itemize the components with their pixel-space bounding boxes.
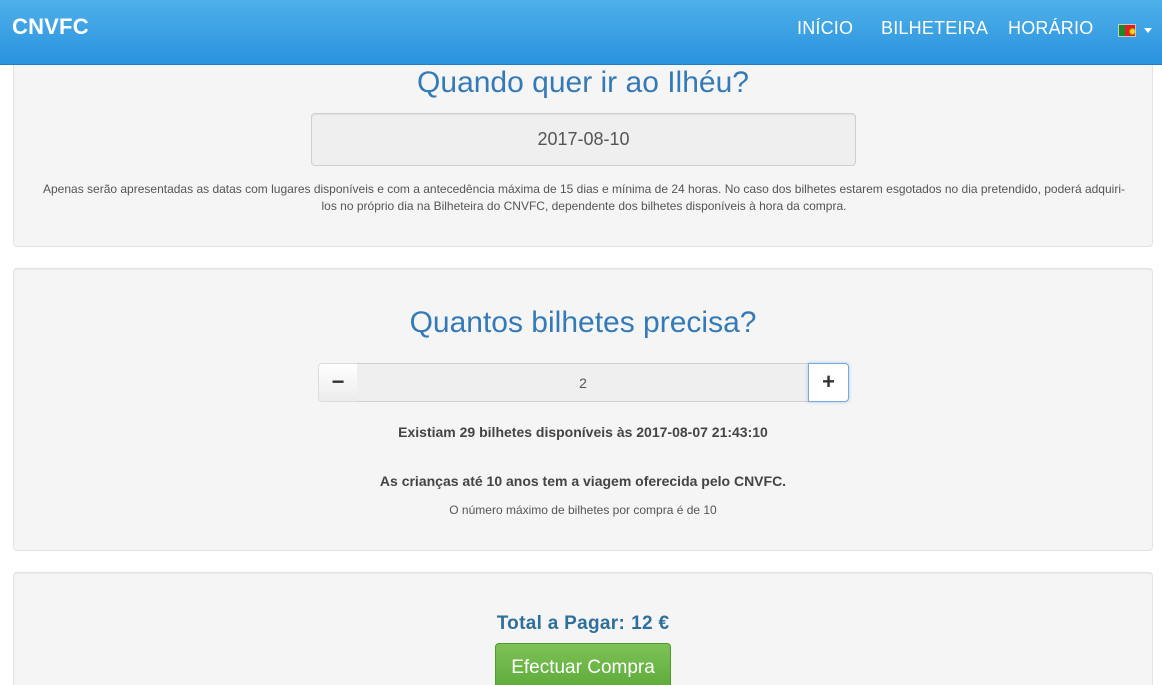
chevron-down-icon[interactable] bbox=[1144, 28, 1152, 33]
quantity-stepper: − + bbox=[318, 363, 849, 402]
tickets-panel: Quantos bilhetes precisa? − + Existiam 2… bbox=[13, 268, 1153, 551]
portugal-flag-icon[interactable] bbox=[1118, 24, 1136, 37]
date-availability-note: Apenas serão apresentadas as datas com l… bbox=[43, 182, 1125, 213]
total-panel: Total a Pagar: 12 € Efectuar Compra bbox=[13, 572, 1153, 685]
date-panel: Quando quer ir ao Ilhéu? Apenas serão ap… bbox=[13, 40, 1153, 247]
quantity-input[interactable] bbox=[357, 363, 809, 402]
decrement-button[interactable]: − bbox=[318, 363, 358, 402]
max-tickets-note: O número máximo de bilhetes por compra é… bbox=[449, 503, 717, 517]
tickets-section-title: Quantos bilhetes precisa? bbox=[409, 306, 757, 339]
nav-item-horario[interactable]: HORÁRIO bbox=[1008, 18, 1093, 39]
date-picker-input[interactable] bbox=[311, 113, 856, 166]
brand-logo[interactable]: CNVFC bbox=[12, 14, 89, 40]
total-label: Total a Pagar: bbox=[496, 613, 626, 634]
total-to-pay: Total a Pagar: 12 € bbox=[14, 613, 1152, 635]
nav-item-bilheteira[interactable]: BILHETEIRA bbox=[881, 18, 988, 39]
total-amount: 12 € bbox=[631, 613, 670, 634]
availability-text: Existiam 29 bilhetes disponíveis às 2017… bbox=[398, 424, 768, 440]
increment-button[interactable]: + bbox=[808, 363, 849, 402]
top-navbar: CNVFC INÍCIO BILHETEIRA HORÁRIO bbox=[0, 0, 1162, 65]
date-section-title: Quando quer ir ao Ilhéu? bbox=[417, 66, 749, 99]
children-note: As crianças até 10 anos tem a viagem ofe… bbox=[379, 473, 787, 489]
purchase-button[interactable]: Efectuar Compra bbox=[495, 643, 671, 685]
nav-item-inicio[interactable]: INÍCIO bbox=[797, 18, 853, 39]
